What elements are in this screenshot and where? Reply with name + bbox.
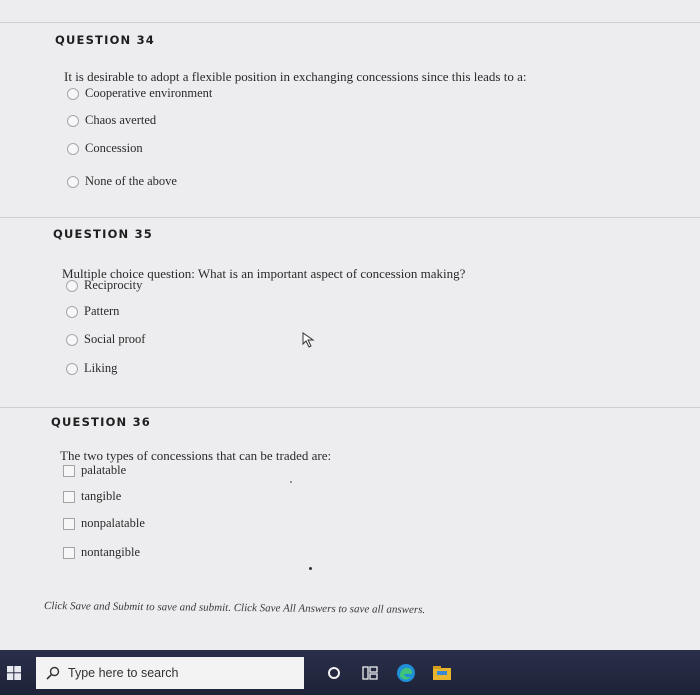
option-social-proof[interactable]: Social proof — [66, 332, 145, 347]
option-reciprocity[interactable]: Reciprocity — [66, 278, 142, 293]
option-label: Social proof — [84, 332, 146, 346]
option-nontangible[interactable]: nontangible — [63, 545, 140, 560]
checkbox[interactable] — [63, 464, 75, 477]
option-label: Chaos averted — [85, 113, 157, 127]
option-label: Concession — [85, 141, 143, 155]
option-tangible[interactable]: tangible — [63, 489, 121, 504]
stray-dot — [290, 481, 292, 483]
option-label: Liking — [84, 361, 118, 375]
radio-button[interactable] — [66, 333, 78, 346]
option-label: palatable — [81, 463, 127, 477]
option-label: nonpalatable — [81, 516, 145, 530]
windows-taskbar: Type here to search — [0, 650, 700, 695]
radio-button[interactable] — [67, 87, 79, 100]
option-liking[interactable]: Liking — [66, 361, 117, 376]
option-none-of-the-above[interactable]: None of the above — [67, 174, 177, 189]
option-concession[interactable]: Concession — [67, 141, 143, 156]
radio-button[interactable] — [67, 114, 79, 127]
stray-dot — [309, 567, 312, 570]
option-palatable[interactable]: palatable — [63, 463, 126, 478]
radio-button[interactable] — [66, 362, 78, 375]
question-34: QUESTION 34 It is desirable to adopt a f… — [0, 22, 700, 217]
search-placeholder: Type here to search — [68, 665, 179, 680]
option-nonpalatable[interactable]: nonpalatable — [63, 516, 145, 531]
question-text: The two types of concessions that can be… — [60, 448, 332, 463]
cortana-icon[interactable] — [316, 650, 352, 695]
radio-button[interactable] — [66, 279, 78, 292]
option-chaos-averted[interactable]: Chaos averted — [67, 113, 156, 128]
question-header: QUESTION 34 — [55, 33, 155, 47]
question-36: QUESTION 36 The two types of concessions… — [0, 407, 700, 577]
search-icon — [46, 666, 60, 680]
option-pattern[interactable]: Pattern — [66, 304, 119, 319]
checkbox[interactable] — [63, 490, 75, 503]
task-view-icon[interactable] — [352, 650, 388, 695]
option-label: tangible — [81, 489, 122, 503]
option-label: nontangible — [81, 545, 141, 559]
checkbox[interactable] — [63, 546, 75, 559]
radio-button[interactable] — [67, 142, 79, 155]
edge-icon[interactable] — [388, 650, 424, 695]
windows-start-icon[interactable] — [0, 650, 28, 695]
mouse-cursor-icon — [302, 332, 315, 348]
option-label: None of the above — [85, 174, 177, 188]
file-explorer-icon[interactable] — [424, 650, 460, 695]
question-text: It is desirable to adopt a flexible posi… — [64, 69, 527, 84]
option-cooperative-environment[interactable]: Cooperative environment — [67, 86, 212, 101]
option-label: Reciprocity — [84, 278, 143, 292]
option-label: Cooperative environment — [85, 86, 213, 100]
quiz-page: QUESTION 34 It is desirable to adopt a f… — [0, 0, 700, 650]
checkbox[interactable] — [63, 517, 75, 530]
taskbar-search-input[interactable]: Type here to search — [36, 656, 304, 689]
question-header: QUESTION 35 — [53, 227, 153, 241]
save-instructions: Click Save and Submit to save and submit… — [43, 600, 426, 616]
option-label: Pattern — [84, 304, 120, 318]
question-header: QUESTION 36 — [51, 415, 151, 429]
radio-button[interactable] — [67, 175, 79, 188]
radio-button[interactable] — [66, 305, 78, 318]
question-35: QUESTION 35 Multiple choice question: Wh… — [0, 217, 700, 407]
